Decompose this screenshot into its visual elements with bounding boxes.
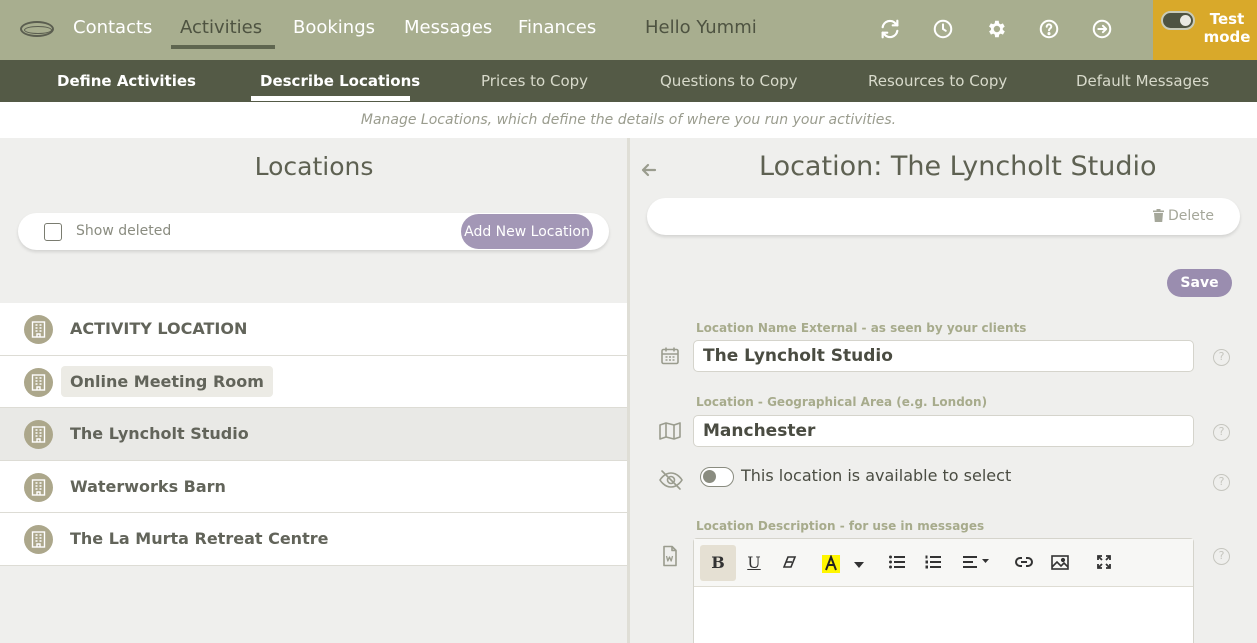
list-item[interactable]: Online Meeting Room <box>0 355 627 408</box>
gear-icon[interactable] <box>985 18 1007 40</box>
help-icon[interactable]: ? <box>1213 474 1230 491</box>
building-icon <box>24 315 53 344</box>
location-name: ACTIVITY LOCATION <box>70 319 248 338</box>
building-icon <box>24 472 53 502</box>
help-icon[interactable]: ? <box>1213 349 1230 366</box>
image-icon[interactable] <box>1042 545 1078 581</box>
test-mode-label: Test mode <box>1203 10 1251 46</box>
list-item[interactable]: Waterworks Barn <box>0 460 627 513</box>
location-name: Waterworks Barn <box>70 476 226 496</box>
available-label: This location is available to select <box>741 466 1012 485</box>
building-icon <box>24 420 53 449</box>
nav-contacts[interactable]: Contacts <box>73 17 152 38</box>
underline-icon[interactable]: U <box>736 545 772 581</box>
word-document-icon <box>659 545 681 567</box>
nav-finances[interactable]: Finances <box>518 17 596 38</box>
map-icon <box>659 420 681 442</box>
logo-icon[interactable] <box>20 21 54 37</box>
nav-active-underline <box>171 45 275 49</box>
panel-divider[interactable] <box>627 138 630 643</box>
locations-list: ACTIVITY LOCATION Online Meeting Room Th… <box>0 303 627 566</box>
nav-bookings[interactable]: Bookings <box>293 17 375 38</box>
delete-label: Delete <box>1168 208 1214 224</box>
link-icon[interactable] <box>1006 545 1042 581</box>
tab-define-activities[interactable]: Define Activities <box>57 72 196 90</box>
bold-icon[interactable]: B <box>700 545 736 581</box>
location-name-field[interactable] <box>693 340 1194 372</box>
align-dropdown-icon[interactable] <box>957 545 997 581</box>
logout-icon[interactable] <box>1091 18 1113 40</box>
nav-messages[interactable]: Messages <box>404 17 492 38</box>
numbered-list-icon[interactable] <box>915 545 951 581</box>
list-item[interactable]: The La Murta Retreat Centre <box>0 513 627 566</box>
calendar-icon <box>659 345 681 367</box>
clock-icon[interactable] <box>932 18 954 40</box>
available-toggle[interactable] <box>700 467 734 487</box>
locations-toolbar: Show deleted Add New Location <box>18 213 609 250</box>
tab-prices-to-copy[interactable]: Prices to Copy <box>481 72 588 90</box>
highlight-color-icon[interactable] <box>816 545 846 581</box>
building-icon <box>24 525 53 554</box>
sub-nav: Define Activities Describe Locations Pri… <box>0 60 1257 102</box>
delete-button[interactable]: Delete <box>1153 208 1214 224</box>
location-name: The Lyncholt Studio <box>70 424 249 443</box>
tab-questions-to-copy[interactable]: Questions to Copy <box>660 72 798 90</box>
help-circle-icon[interactable] <box>1038 18 1060 40</box>
list-item-selected[interactable]: The Lyncholt Studio <box>0 408 627 461</box>
geographical-area-field[interactable] <box>693 415 1194 447</box>
editor-toolbar: B U <box>694 539 1193 587</box>
location-action-bar: Delete <box>647 198 1240 235</box>
location-name: The La Murta Retreat Centre <box>70 529 329 548</box>
eraser-icon[interactable] <box>772 545 808 581</box>
eye-slash-icon <box>659 469 683 491</box>
geographical-area-label: Location - Geographical Area (e.g. Londo… <box>696 395 988 409</box>
description-editor[interactable]: B U <box>693 538 1194 643</box>
sub-nav-active-underline <box>251 96 410 101</box>
test-mode-switch[interactable] <box>1161 11 1195 30</box>
user-greeting: Hello Yummi <box>645 17 757 38</box>
description-label: Location Description - for use in messag… <box>696 519 985 533</box>
refresh-icon[interactable] <box>879 18 901 40</box>
show-deleted-checkbox[interactable] <box>44 223 62 241</box>
trash-icon <box>1153 209 1164 222</box>
location-name-label: Location Name External - as seen by your… <box>696 321 1027 335</box>
tab-describe-locations[interactable]: Describe Locations <box>260 72 420 90</box>
locations-heading: Locations <box>254 152 374 181</box>
top-bar: Contacts Activities Bookings Messages Fi… <box>0 0 1257 60</box>
nav-activities[interactable]: Activities <box>180 17 262 38</box>
help-icon[interactable]: ? <box>1213 424 1230 441</box>
bullet-list-icon[interactable] <box>879 545 915 581</box>
fullscreen-icon[interactable] <box>1086 545 1122 581</box>
building-icon <box>24 367 53 397</box>
location-name: Online Meeting Room <box>61 365 273 397</box>
tab-resources-to-copy[interactable]: Resources to Copy <box>868 72 1007 90</box>
save-button[interactable]: Save <box>1167 269 1232 297</box>
page-title: Location: The Lyncholt Studio <box>759 151 1157 182</box>
test-mode-toggle[interactable]: Test mode <box>1153 0 1257 60</box>
show-deleted-label[interactable]: Show deleted <box>76 223 171 239</box>
tab-default-messages[interactable]: Default Messages <box>1076 72 1209 90</box>
back-arrow-icon[interactable] <box>640 161 658 179</box>
list-item[interactable]: ACTIVITY LOCATION <box>0 303 627 356</box>
help-icon[interactable]: ? <box>1213 548 1230 565</box>
add-new-location-button[interactable]: Add New Location <box>461 214 593 249</box>
page-description: Manage Locations, which define the detai… <box>0 102 1257 138</box>
color-dropdown-icon[interactable] <box>846 545 872 581</box>
